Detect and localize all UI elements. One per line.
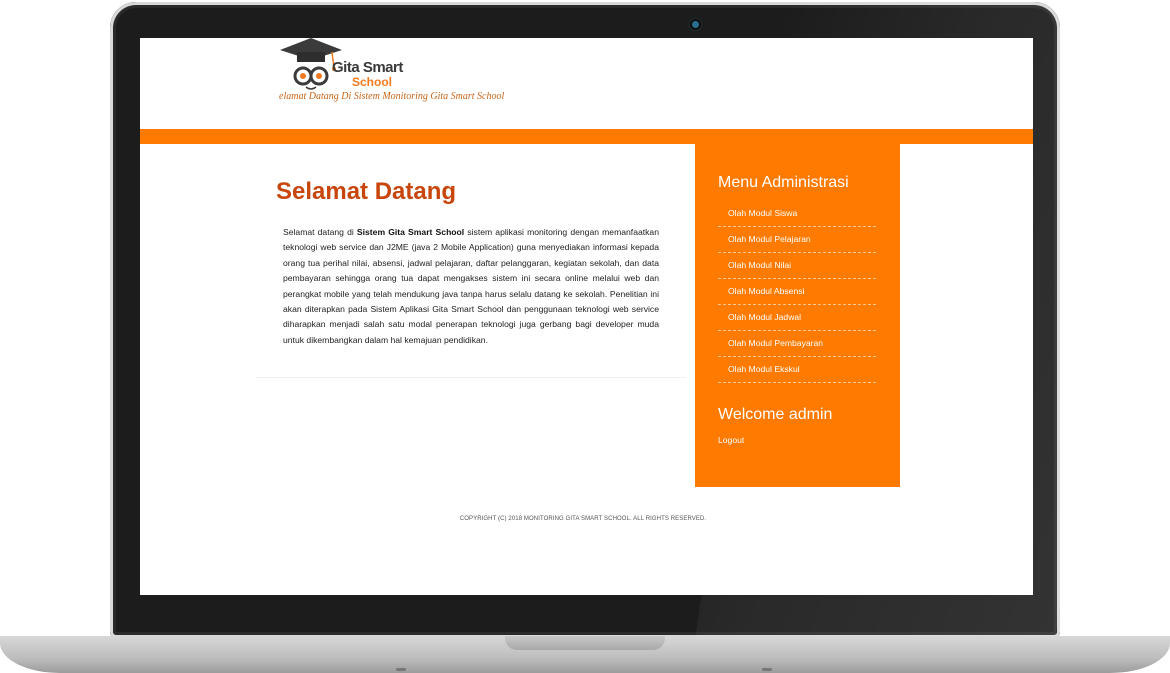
sidebar-item-label[interactable]: Olah Modul Ekskul xyxy=(728,364,800,374)
webcam-icon xyxy=(692,21,699,28)
logo-title: Gita Smart xyxy=(332,59,403,76)
laptop-foot xyxy=(396,668,406,671)
sidebar-item-absensi[interactable]: Olah Modul Absensi xyxy=(718,279,876,305)
intro-rest: sistem aplikasi monitoring dengan memanf… xyxy=(283,227,659,345)
right-panel xyxy=(900,144,1033,394)
welcome-heading: Welcome admin xyxy=(718,406,833,423)
sidebar-item-label[interactable]: Olah Modul Nilai xyxy=(728,260,791,270)
laptop-mockup: Gita Smart School elamat Datang Di Siste… xyxy=(0,0,1170,673)
logo-subtitle: School xyxy=(352,75,393,89)
admin-menu: Olah Modul Siswa Olah Modul Pelajaran Ol… xyxy=(718,201,876,383)
sidebar-item-label[interactable]: Olah Modul Jadwal xyxy=(728,312,801,322)
content-divider xyxy=(256,377,686,378)
sidebar-item-pelajaran[interactable]: Olah Modul Pelajaran xyxy=(718,227,876,253)
laptop-notch xyxy=(505,636,665,650)
page-title: Selamat Datang xyxy=(276,178,457,205)
sidebar-item-jadwal[interactable]: Olah Modul Jadwal xyxy=(718,305,876,331)
sidebar-menu-title: Menu Administrasi xyxy=(718,174,849,191)
sidebar-item-nilai[interactable]: Olah Modul Nilai xyxy=(718,253,876,279)
header-band xyxy=(140,129,1033,144)
intro-prefix: Selamat datang di xyxy=(283,227,357,237)
logout-link[interactable]: Logout xyxy=(718,435,744,445)
sidebar-item-label[interactable]: Olah Modul Siswa xyxy=(728,208,797,218)
laptop-foot xyxy=(762,668,772,671)
intro-paragraph: Selamat datang di Sistem Gita Smart Scho… xyxy=(283,225,659,348)
intro-bold: Sistem Gita Smart School xyxy=(356,227,465,237)
admin-sidebar: Menu Administrasi Olah Modul Siswa Olah … xyxy=(695,144,900,487)
sidebar-item-ekskul[interactable]: Olah Modul Ekskul xyxy=(718,357,876,383)
browser-viewport: Gita Smart School elamat Datang Di Siste… xyxy=(140,38,1033,595)
site-tagline: elamat Datang Di Sistem Monitoring Gita … xyxy=(279,91,505,102)
sidebar-item-label[interactable]: Olah Modul Pembayaran xyxy=(728,338,823,348)
site-logo[interactable]: Gita Smart School xyxy=(280,38,403,96)
sidebar-item-label[interactable]: Olah Modul Pelajaran xyxy=(728,234,811,244)
sidebar-item-pembayaran[interactable]: Olah Modul Pembayaran xyxy=(718,331,876,357)
copyright-footer: COPYRIGHT (C) 2018 MONITORING GITA SMART… xyxy=(459,516,707,522)
sidebar-item-siswa[interactable]: Olah Modul Siswa xyxy=(718,201,876,227)
sidebar-item-label[interactable]: Olah Modul Absensi xyxy=(728,286,804,296)
